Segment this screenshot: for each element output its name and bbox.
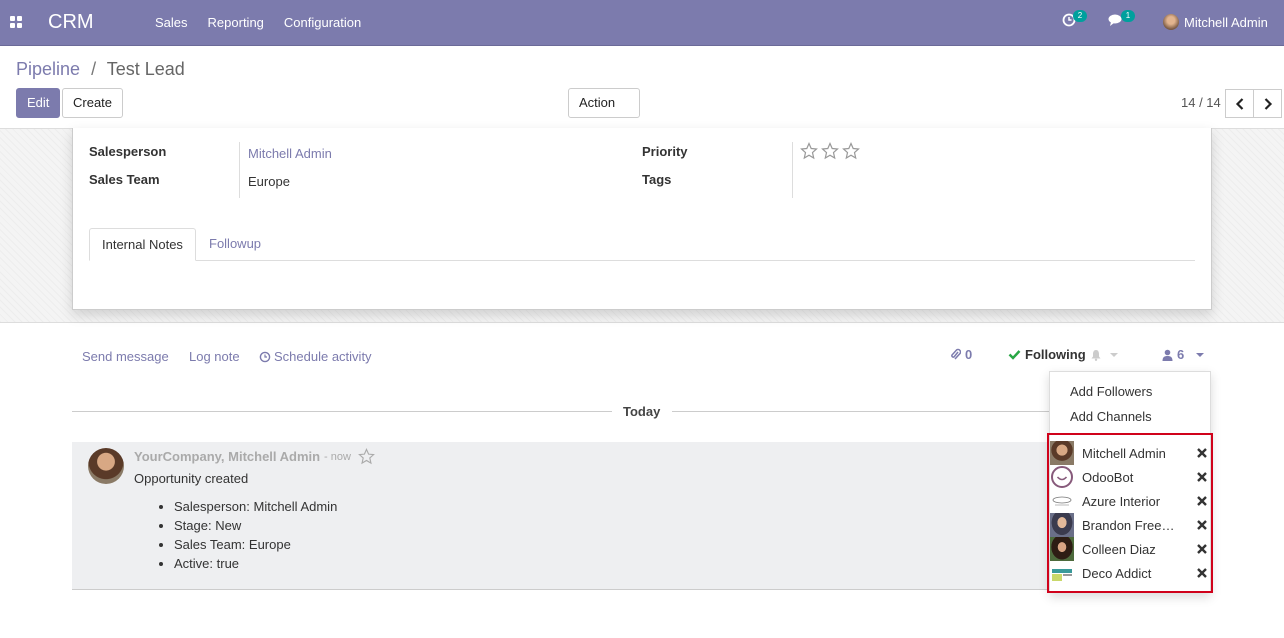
activity-menu[interactable]: 2 — [1062, 10, 1087, 30]
message-count-badge: 1 — [1121, 10, 1135, 22]
message-body: Opportunity created — [134, 471, 249, 486]
priority-star-2-icon[interactable] — [821, 142, 839, 160]
messaging-menu[interactable]: 1 — [1108, 10, 1135, 30]
breadcrumb-current: Test Lead — [106, 59, 185, 79]
pager-next-button[interactable] — [1253, 89, 1282, 118]
add-followers-button[interactable]: Add Followers — [1070, 384, 1152, 399]
tracking-value: Sales Team: Europe — [174, 537, 337, 556]
message-author-avatar[interactable] — [88, 448, 124, 484]
followers-list-highlight — [1047, 433, 1213, 593]
tab-internal-notes[interactable]: Internal Notes — [89, 228, 196, 261]
chevron-left-icon — [1235, 97, 1243, 110]
date-separator-line — [672, 411, 1050, 412]
message-time: - now — [324, 451, 351, 463]
log-note-button[interactable]: Log note — [189, 349, 240, 364]
message-author[interactable]: YourCompany, Mitchell Admin — [134, 449, 320, 464]
date-separator-label: Today — [623, 404, 661, 419]
main-menu: Sales Reporting Configuration — [145, 15, 371, 30]
user-avatar — [1163, 14, 1179, 30]
paperclip-icon — [951, 348, 961, 360]
sales-team-label: Sales Team — [89, 172, 160, 187]
pager-value[interactable]: 14 / 14 — [1181, 95, 1221, 110]
date-separator-line — [72, 411, 612, 412]
sales-team-field[interactable]: Europe — [248, 174, 290, 189]
attachments-button[interactable]: 0 — [950, 347, 972, 362]
priority-label: Priority — [642, 144, 688, 159]
add-channels-button[interactable]: Add Channels — [1070, 409, 1152, 424]
field-divider — [792, 142, 793, 198]
chevron-right-icon — [1264, 97, 1272, 110]
breadcrumb-separator: / — [91, 59, 97, 79]
following-button[interactable]: Following — [1008, 347, 1086, 362]
action-label: Action — [579, 95, 616, 110]
menu-configuration[interactable]: Configuration — [274, 15, 371, 30]
tracking-value: Active: true — [174, 556, 337, 575]
bell-icon — [1091, 350, 1101, 361]
pager-previous-button[interactable] — [1225, 89, 1254, 118]
schedule-activity-label: Schedule activity — [274, 349, 372, 364]
breadcrumb: Pipeline / Test Lead — [16, 59, 185, 80]
tracking-value: Salesperson: Mitchell Admin — [174, 499, 337, 518]
breadcrumb-pipeline[interactable]: Pipeline — [16, 59, 80, 79]
followers-count: 6 — [1177, 347, 1185, 362]
clock-icon — [259, 351, 271, 362]
tracking-value: Stage: New — [174, 518, 337, 537]
priority-star-3-icon[interactable] — [842, 142, 860, 160]
subscription-settings-button[interactable] — [1090, 349, 1118, 361]
send-message-button[interactable]: Send message — [82, 349, 169, 364]
edit-button[interactable]: Edit — [16, 88, 61, 118]
create-button[interactable]: Create — [62, 88, 124, 118]
tab-followup[interactable]: Followup — [197, 228, 273, 261]
tags-label: Tags — [642, 172, 672, 187]
activity-count-badge: 2 — [1073, 10, 1087, 22]
schedule-activity-button[interactable]: Schedule activity — [259, 349, 372, 364]
notebook-tabs: Internal Notes Followup — [89, 228, 1195, 261]
caret-down-icon — [1196, 352, 1205, 357]
priority-star-1-icon[interactable] — [800, 142, 818, 160]
top-navbar: CRM Sales Reporting Configuration 2 1 Mi… — [0, 0, 1284, 46]
caret-down-icon — [1110, 353, 1118, 357]
menu-sales[interactable]: Sales — [145, 15, 198, 30]
followers-button[interactable]: 6 — [1162, 347, 1205, 362]
following-label: Following — [1025, 347, 1086, 362]
menu-reporting[interactable]: Reporting — [198, 15, 274, 30]
star-icon[interactable] — [358, 448, 375, 465]
field-divider — [239, 142, 240, 198]
action-button[interactable]: Action — [568, 88, 640, 134]
user-name: Mitchell Admin — [1184, 14, 1268, 30]
salesperson-label: Salesperson — [89, 144, 167, 159]
check-icon — [1008, 350, 1021, 360]
user-menu[interactable]: Mitchell Admin — [1163, 14, 1268, 30]
tracking-list: Salesperson: Mitchell Admin Stage: New S… — [174, 499, 337, 575]
user-icon — [1162, 349, 1173, 361]
apps-menu-icon[interactable] — [10, 16, 22, 28]
attachments-count: 0 — [965, 347, 973, 362]
app-brand[interactable]: CRM — [48, 11, 94, 34]
salesperson-field[interactable]: Mitchell Admin — [248, 146, 332, 161]
